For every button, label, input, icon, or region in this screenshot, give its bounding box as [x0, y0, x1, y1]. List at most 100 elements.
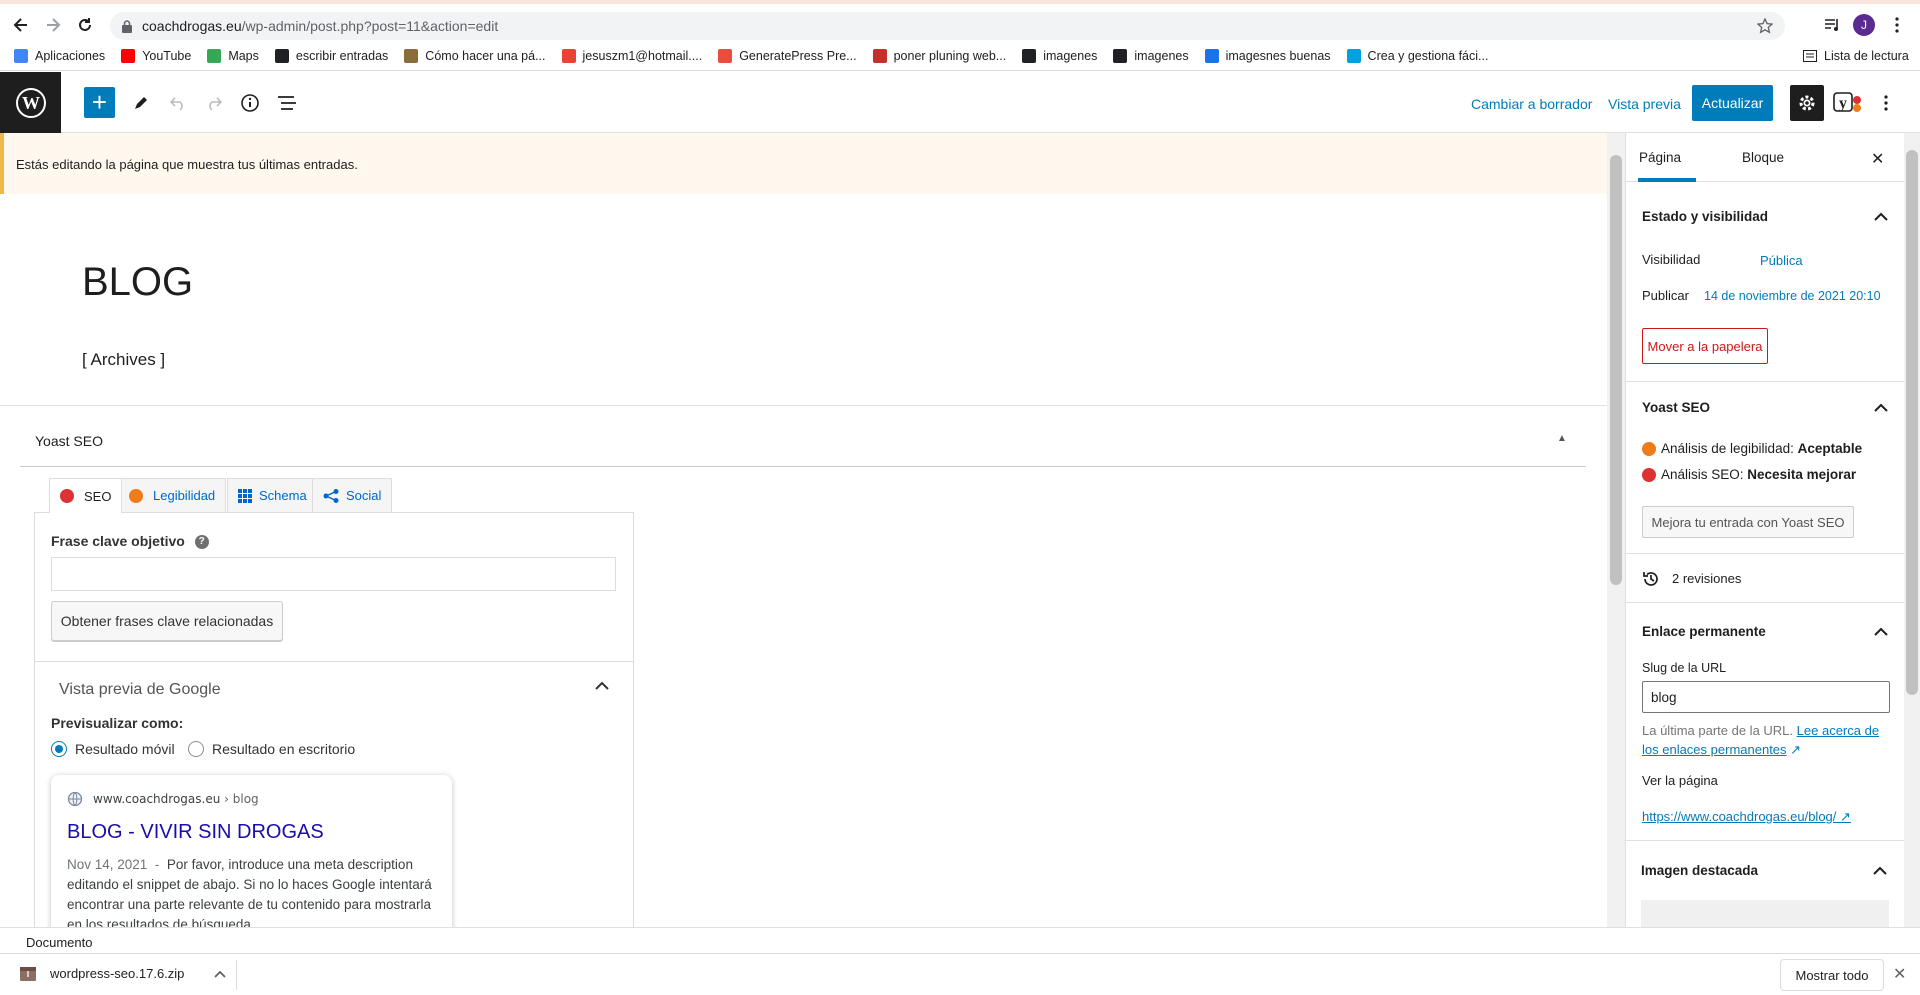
panel-title[interactable]: Estado y visibilidad [1642, 209, 1768, 224]
favicon-icon [1346, 48, 1361, 63]
external-link-icon: ↗ [1840, 809, 1851, 824]
featured-image-title[interactable]: Imagen destacada [1641, 863, 1758, 878]
close-sidebar-icon[interactable]: ✕ [1871, 149, 1884, 169]
bookmark-item[interactable]: imagesnes buenas [1204, 48, 1331, 63]
arrow-right-icon [47, 18, 61, 32]
undo-button[interactable] [165, 90, 191, 116]
address-bar[interactable]: coachdrogas.eu/wp-admin/post.php?post=11… [110, 12, 1785, 40]
radio-mobile-result[interactable]: Resultado móvil [51, 741, 175, 757]
chevron-up-icon[interactable] [1874, 212, 1888, 221]
url-path: /wp-admin/post.php?post=11&action=edit [241, 18, 499, 34]
bookmark-label: Cómo hacer una pá... [425, 48, 546, 63]
bookmark-item[interactable]: Aplicaciones [14, 48, 105, 63]
reading-list-button[interactable]: Lista de lectura [1803, 49, 1909, 63]
yoast-tab-schema[interactable]: Schema [227, 478, 318, 512]
bookmark-label: Maps [228, 48, 259, 63]
back-button[interactable] [8, 12, 34, 38]
update-button[interactable]: Actualizar [1692, 85, 1773, 121]
bookmark-item[interactable]: GeneratePress Pre... [718, 48, 857, 63]
improve-with-yoast-button[interactable]: Mejora tu entrada con Yoast SEO [1642, 506, 1854, 538]
close-icon[interactable]: ✕ [1893, 964, 1906, 984]
add-block-button[interactable]: + [84, 87, 115, 118]
shortcode-block[interactable]: [ Archives ] [82, 350, 165, 370]
reading-list-label: Lista de lectura [1824, 48, 1909, 63]
page-title[interactable]: BLOG [82, 260, 193, 305]
history-icon [1643, 572, 1658, 586]
yoast-tab-social[interactable]: Social [312, 478, 393, 512]
yoast-tab-seo[interactable]: SEO [49, 478, 123, 513]
chevron-up-icon[interactable] [595, 681, 609, 691]
bookmark-item[interactable]: imagenes [1022, 48, 1097, 63]
page-url-link[interactable]: https://www.coachdrogas.eu/blog/ ↗ [1642, 809, 1851, 825]
options-menu-button[interactable] [1873, 90, 1899, 116]
yoast-toolbar-button[interactable]: y [1833, 90, 1863, 116]
collapse-arrow-icon[interactable]: ▲ [1557, 433, 1567, 444]
tools-button[interactable] [128, 90, 154, 116]
sidebar-scrollbar-thumb[interactable] [1906, 150, 1918, 695]
chevron-up-icon[interactable] [214, 970, 227, 978]
publish-date-link[interactable]: 14 de noviembre de 2021 20:10 [1704, 289, 1881, 303]
bookmark-item[interactable]: jesuszm1@hotmail.... [561, 48, 702, 63]
bookmark-item[interactable]: poner pluning web... [872, 48, 1006, 63]
tab-page[interactable]: Página [1639, 150, 1681, 165]
redo-button[interactable] [201, 90, 227, 116]
visibility-value-link[interactable]: Pública [1760, 253, 1803, 268]
preview-link[interactable]: Vista previa [1608, 96, 1681, 112]
star-icon[interactable] [1757, 18, 1773, 34]
tab-label: Legibilidad [153, 488, 216, 503]
bookmark-item[interactable]: YouTube [121, 48, 191, 63]
panel-title[interactable]: Yoast SEO [1642, 400, 1710, 415]
forward-button[interactable] [40, 12, 66, 38]
revisions-panel[interactable]: 2 revisiones [1626, 554, 1904, 603]
slug-input[interactable] [1642, 681, 1890, 713]
move-to-trash-button[interactable]: Mover a la papelera [1642, 328, 1768, 364]
chevron-up-icon[interactable] [1874, 627, 1888, 636]
list-view-button[interactable] [274, 90, 300, 116]
settings-button[interactable] [1790, 85, 1824, 121]
google-serp-preview[interactable]: www.coachdrogas.eu › blog BLOG - VIVIR S… [51, 775, 452, 927]
url-host: coachdrogas.eu [142, 18, 242, 34]
tab-label: SEO [84, 488, 112, 504]
tab-block[interactable]: Bloque [1742, 150, 1784, 165]
chevron-up-icon[interactable] [1874, 403, 1888, 412]
bookmark-item[interactable]: Crea y gestiona fáci... [1346, 48, 1488, 63]
editor-header: W + Cambiar a borrador Vista previa Actu… [0, 72, 1920, 133]
keyphrase-input[interactable] [51, 557, 616, 591]
panel-title[interactable]: Enlace permanente [1642, 624, 1766, 639]
show-all-downloads-button[interactable]: Mostrar todo [1780, 959, 1884, 991]
browser-menu-button[interactable] [1884, 12, 1910, 38]
bookmark-item[interactable]: Cómo hacer una pá... [404, 48, 546, 63]
yoast-seo-panel: Frase clave objetivo ? Obtener frases cl… [34, 512, 634, 927]
bookmark-item[interactable]: escribir entradas [274, 48, 388, 63]
seo-score-bad-icon [60, 489, 74, 503]
bookmark-item[interactable]: Maps [207, 48, 259, 63]
featured-image-placeholder[interactable] [1641, 900, 1889, 927]
details-button[interactable] [237, 90, 263, 116]
media-control-button[interactable] [1820, 12, 1846, 38]
favicon-icon [274, 48, 289, 63]
serp-url-host: www.coachdrogas.eu [93, 792, 221, 806]
switch-to-draft-link[interactable]: Cambiar a borrador [1471, 96, 1592, 112]
slug-label: Slug de la URL [1642, 661, 1727, 675]
page-url-text: https://www.coachdrogas.eu/blog/ [1642, 809, 1837, 824]
lock-icon [122, 19, 132, 33]
block-breadcrumb-bar: Documento [0, 927, 1920, 953]
bookmark-item[interactable]: imagenes [1113, 48, 1189, 63]
yoast-tab-readability[interactable]: Legibilidad [118, 478, 227, 512]
chevron-up-icon[interactable] [1873, 866, 1887, 875]
radio-label: Resultado móvil [75, 741, 175, 757]
help-icon[interactable]: ? [194, 535, 209, 550]
profile-avatar[interactable]: J [1851, 12, 1877, 38]
editor-scrollbar-thumb[interactable] [1610, 155, 1622, 585]
serp-description: Nov 14, 2021 - Por favor, introduce una … [67, 855, 437, 927]
google-preview-heading[interactable]: Vista previa de Google [59, 681, 221, 699]
breadcrumb-document[interactable]: Documento [26, 935, 92, 950]
related-keyphrases-button[interactable]: Obtener frases clave relacionadas [51, 601, 283, 641]
wordpress-logo-button[interactable]: W [0, 72, 61, 133]
radio-desktop-result[interactable]: Resultado en escritorio [188, 741, 355, 757]
download-item[interactable]: wordpress-seo.17.6.zip [20, 966, 227, 981]
reload-button[interactable] [72, 12, 98, 38]
visibility-label: Visibilidad [1642, 252, 1701, 267]
readability-ok-face-icon [1642, 441, 1656, 456]
yoast-metabox-title[interactable]: Yoast SEO [35, 433, 103, 449]
